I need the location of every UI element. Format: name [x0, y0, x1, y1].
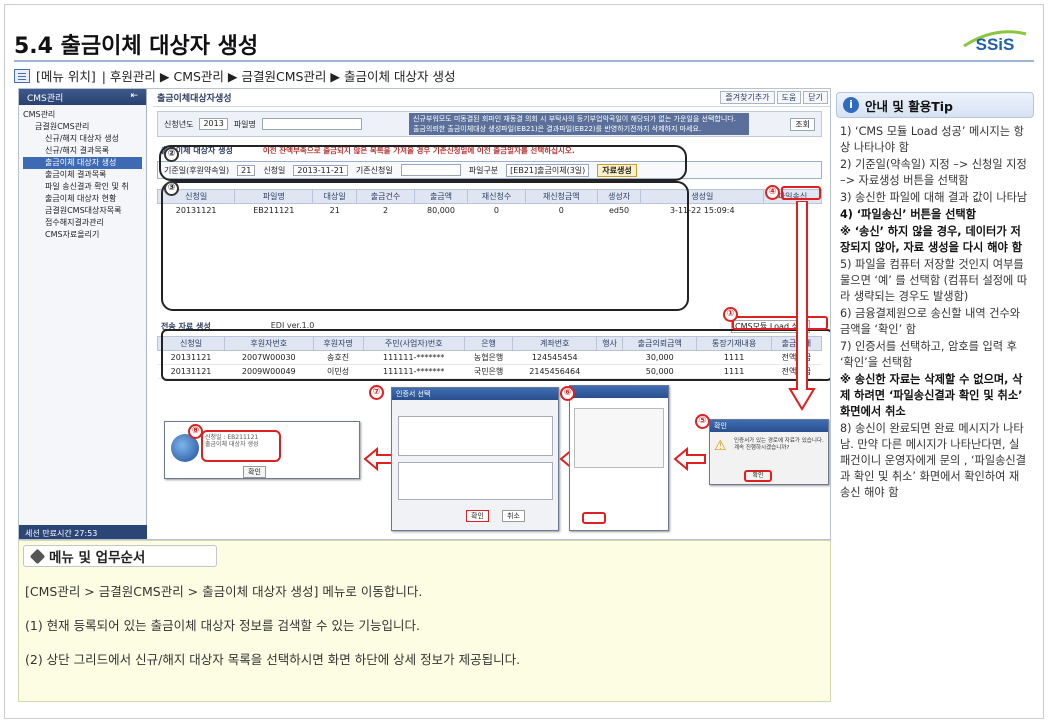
- sidebar-item-withdraw-create[interactable]: 출금이체 대상자 생성: [23, 157, 142, 169]
- sidebar-item-withdraw-result[interactable]: 출금이체 결과목록: [23, 169, 142, 181]
- page-title: 5.4 출금이체 대상자 생성: [14, 34, 259, 59]
- file-label: 파일명: [233, 119, 256, 129]
- tip-item: 6) 금융결제원으로 송신할 내역 건수와 금액을 ‘확인’ 함: [840, 307, 1021, 336]
- marker-8: ⑧: [188, 424, 203, 439]
- send-detail-list: [574, 408, 664, 468]
- file-input[interactable]: [261, 118, 362, 130]
- title-divider: [14, 60, 1034, 62]
- sidebar-item-kftc-list[interactable]: 금결원CMS대상자목록: [23, 205, 142, 217]
- send-detail-title: [570, 386, 668, 398]
- app-page-title: 출금이체대상자생성: [157, 94, 232, 104]
- sidebar-item-cms[interactable]: CMS관리: [23, 109, 142, 121]
- cert-dialog-title: 인증서 선택: [392, 388, 558, 400]
- tips-body: 1) ‘CMS 모듈 Load 성공’ 메시지는 항상 나타나야 함 2) 기준…: [836, 118, 1034, 501]
- order-line: (2) 상단 그리드에서 신규/해지 대상자 목록을 선택하시면 화면 하단에 …: [25, 652, 521, 667]
- tip-item: 3) 송신한 파일에 대해 결과 값이 나타남: [840, 191, 1028, 204]
- close-button[interactable]: 닫기: [803, 91, 828, 104]
- tip-item: 8) 송신이 완료되면 완료 메시지가 나타남. 만약 다른 메시지가 나타난다…: [840, 422, 1027, 499]
- cert-list[interactable]: [398, 416, 553, 456]
- menu-position: [메뉴 위치] | 후원관리 ▶ CMS관리 ▶ 금결원CMS관리 ▶ 출금이체…: [14, 66, 455, 85]
- complete-ok-button[interactable]: 확인: [243, 466, 266, 478]
- confirm-dialog: 확인 ⚠ 인증서가 있는 경로에 자료가 있습니다. 계속 진행하시겠습니까? …: [709, 419, 829, 485]
- sidebar-item-withdraw-status[interactable]: 출금이체 대상자 현황: [23, 193, 142, 205]
- confirm-dialog-text: 인증서가 있는 경로에 자료가 있습니다. 계속 진행하시겠습니까?: [734, 438, 824, 451]
- complete-dialog: 신청일 : EB211121 출금이체 대상자 생성 ⑧ 확인: [164, 421, 360, 479]
- diamond-icon: [29, 548, 46, 564]
- marker-7: ⑦: [369, 385, 384, 400]
- order-line: (1) 현재 등록되어 있는 출금이체 대상자 정보를 검색할 수 있는 기능입…: [25, 618, 420, 633]
- help-button[interactable]: 도움: [776, 91, 802, 104]
- tip-item: 5) 파일을 컴퓨터 저장할 것인지 여부를 물으면 ‘예’ 를 선택함 (컴퓨…: [840, 258, 1028, 303]
- sidebar-item-new-cancel-result[interactable]: 신규/해지 결과목록: [23, 145, 142, 157]
- sidebar-item-cancel-result[interactable]: 접수해지결과관리: [23, 217, 142, 229]
- sidebar-tree: CMS관리 금결원CMS관리 신규/해지 대상자 생성 신규/해지 결과목록 출…: [19, 105, 146, 245]
- tip-item: 2) 기준일(약속일) 지정 –> 신청일 지정 –> 자료생성 버튼을 선택함: [840, 158, 1027, 187]
- sidebar-header: CMS관리 ⇤: [19, 89, 146, 105]
- menu-position-path: | 후원관리 ▶ CMS관리 ▶ 금결원CMS관리 ▶ 출금이체 대상자 생성: [101, 69, 456, 84]
- info-icon: i: [843, 97, 859, 113]
- tip-note: ※ ‘송신’ 하지 않을 경우, 데이터가 저장되지 않아, 자료 생성을 다시…: [840, 225, 1023, 254]
- warning-icon: ⚠: [714, 438, 727, 454]
- warning-line: 신규부워모도 미동결된 회파인 재동결 의회 시 부탁사의 등기부업악곡일이 해…: [413, 115, 736, 123]
- marker-5: ⑤: [695, 414, 710, 429]
- sidebar-item-cms-upload[interactable]: CMS자료올리기: [23, 229, 142, 241]
- cert-cancel-button[interactable]: 취소: [502, 510, 525, 522]
- tips-title: 안내 및 활용Tip: [865, 98, 953, 114]
- menu-list-icon: [14, 68, 30, 83]
- warning-line: 출금의뢰한 출금이체대상 생성파일(EB21)은 결과파일(EB22)를 반영하…: [413, 125, 702, 133]
- year-label: 신청년도: [164, 119, 194, 129]
- year-input[interactable]: 2013: [199, 118, 228, 130]
- favorite-button[interactable]: 즐겨찾기추가: [720, 91, 775, 104]
- tip-item: 1) ‘CMS 모듈 Load 성공’ 메시지는 항상 나타나야 함: [840, 125, 1024, 154]
- sidebar-item-kftc-cms[interactable]: 금결원CMS관리: [23, 121, 142, 133]
- app-header: 출금이체대상자생성 즐겨찾기추가 도움 닫기: [153, 89, 830, 107]
- marker-box-3: [161, 181, 689, 311]
- menu-position-label: [메뉴 위치]: [36, 69, 96, 84]
- order-panel: 메뉴 및 업무순서 [CMS관리 > 금결원CMS관리 > 출금이체 대상자 생…: [18, 540, 831, 702]
- down-arrow-icon: [788, 201, 816, 411]
- confirm-yes-button[interactable]: 확인: [744, 470, 772, 482]
- marker-4: ④: [765, 185, 780, 200]
- svg-text:SSiS: SSiS: [976, 35, 1015, 54]
- tip-item: 7) 인증서를 선택하고, 암호를 입력 후 ‘확인’을 선택함: [840, 340, 1017, 369]
- complete-dialog-text: 신청일 : EB211121 출금이체 대상자 생성: [205, 434, 259, 448]
- order-line: [CMS관리 > 금결원CMS관리 > 출금이체 대상자 생성] 메뉴로 이동합…: [25, 584, 423, 599]
- marker-box-lower: [161, 329, 830, 381]
- ssis-logo: SSiS: [963, 30, 1027, 54]
- tips-panel: i 안내 및 활용Tip 1) ‘CMS 모듈 Load 성공’ 메시지는 항상…: [836, 92, 1034, 702]
- app-screenshot: CMS관리 ⇤ CMS관리 금결원CMS관리 신규/해지 대상자 생성 신규/해지…: [18, 88, 831, 540]
- search-button[interactable]: 조회: [790, 117, 815, 131]
- marker-1: ①: [723, 307, 738, 322]
- sidebar-item-file-send-result[interactable]: 파일 송신결과 확인 및 취: [23, 181, 142, 193]
- marker-box-2: [159, 145, 687, 181]
- cert-ok-button[interactable]: 확인: [466, 510, 489, 522]
- send-detail-dialog: [569, 385, 669, 531]
- confirm-dialog-title: 확인: [710, 420, 828, 432]
- order-header: 메뉴 및 업무순서: [23, 545, 217, 567]
- tips-header: i 안내 및 활용Tip: [836, 92, 1034, 118]
- marker-6: ⑥: [560, 386, 575, 401]
- warning-box: 신규부워모도 미동결된 회파인 재동결 의회 시 부탁사의 등기부업악곡일이 해…: [409, 113, 749, 135]
- marker-2: ②: [164, 147, 179, 162]
- sidebar-item-new-cancel-create[interactable]: 신규/해지 대상자 생성: [23, 133, 142, 145]
- tip-note: ※ 송신한 자료는 삭제할 수 없으며, 삭제 하려면 ‘파일송신결과 확인 및…: [840, 373, 1023, 418]
- marker-box-4: [781, 186, 821, 200]
- marker-3: ③: [164, 181, 179, 196]
- app-sidebar: CMS관리 ⇤ CMS관리 금결원CMS관리 신규/해지 대상자 생성 신규/해지…: [19, 89, 147, 539]
- session-timer: 세션 만료시간 27:53: [19, 525, 147, 539]
- cert-dialog: 인증서 선택 확인 취소: [391, 387, 559, 531]
- collapse-icon[interactable]: ⇤: [130, 91, 138, 103]
- tip-item: 4) ‘파일송신’ 버튼을 선택함: [840, 208, 977, 221]
- order-title: 메뉴 및 업무순서: [49, 550, 146, 566]
- sidebar-title: CMS관리: [27, 94, 64, 104]
- left-arrow-icon: [673, 447, 706, 471]
- send-confirm-button[interactable]: [582, 512, 606, 524]
- cert-detail: [398, 462, 553, 500]
